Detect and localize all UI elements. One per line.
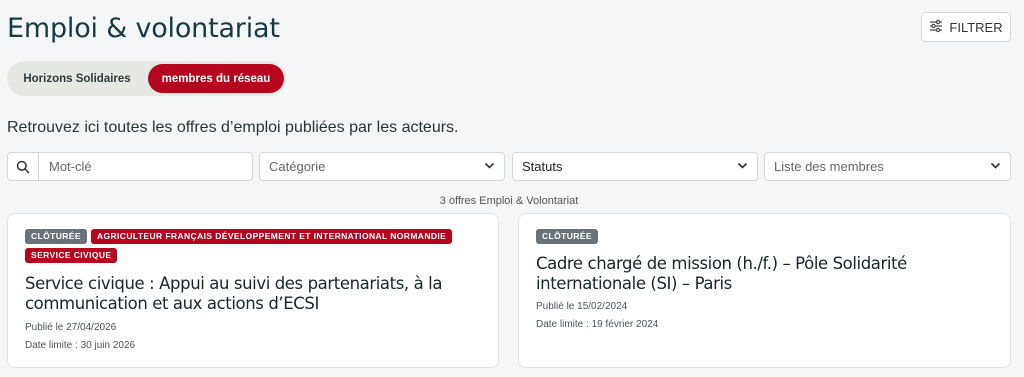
intro-text: Retrouvez ici toutes les offres d’emploi… <box>7 119 459 136</box>
status-select[interactable]: Statuts <box>512 152 758 181</box>
status-badge: CLÔTURÉE <box>536 229 598 244</box>
offer-card[interactable]: CLÔTURÉE AGRICULTEUR FRANÇAIS DÉVELOPPEM… <box>7 213 499 368</box>
source-toggle: Horizons Solidaires membres du réseau <box>7 61 286 96</box>
chevron-down-icon <box>990 159 1001 174</box>
category-select-value: Catégorie <box>269 159 326 174</box>
keyword-input[interactable] <box>39 153 252 180</box>
sliders-icon <box>929 19 943 36</box>
search-icon[interactable] <box>8 153 39 180</box>
toggle-membres-reseau[interactable]: membres du réseau <box>148 64 284 93</box>
filter-button-label: FILTRER <box>949 19 1003 35</box>
search-box <box>7 152 253 181</box>
offer-published-date: Publié le 27/04/2026 <box>25 322 117 333</box>
offer-deadline: Date limite : 30 juin 2026 <box>25 340 136 351</box>
offer-title[interactable]: Cadre chargé de mission (h./f.) – Pôle S… <box>536 254 1006 294</box>
offer-deadline: Date limite : 19 février 2024 <box>536 319 659 330</box>
chevron-down-icon <box>484 159 495 174</box>
chevron-down-icon <box>737 159 748 174</box>
offer-title[interactable]: Service civique : Appui au suivi des par… <box>25 274 485 314</box>
badge-list: CLÔTURÉE <box>536 229 996 244</box>
status-select-value: Statuts <box>522 159 563 174</box>
category-select[interactable]: Catégorie <box>259 152 505 181</box>
members-select[interactable]: Liste des membres <box>764 152 1011 181</box>
contract-type-badge: SERVICE CIVIQUE <box>25 248 118 263</box>
badge-list: CLÔTURÉE AGRICULTEUR FRANÇAIS DÉVELOPPEM… <box>25 229 485 263</box>
filter-button[interactable]: FILTRER <box>921 12 1011 42</box>
status-badge: CLÔTURÉE <box>25 229 87 244</box>
results-count: 3 offres Emploi & Volontariat <box>439 195 579 207</box>
page-title: Emploi & volontariat <box>7 13 280 44</box>
toggle-horizons-solidaires[interactable]: Horizons Solidaires <box>7 64 147 93</box>
organization-badge: AGRICULTEUR FRANÇAIS DÉVELOPPEMENT ET IN… <box>90 229 453 244</box>
members-select-value: Liste des membres <box>774 159 884 174</box>
offer-card[interactable]: CLÔTURÉE Cadre chargé de mission (h./f.)… <box>518 213 1011 368</box>
offer-published-date: Publié le 15/02/2024 <box>536 301 628 312</box>
